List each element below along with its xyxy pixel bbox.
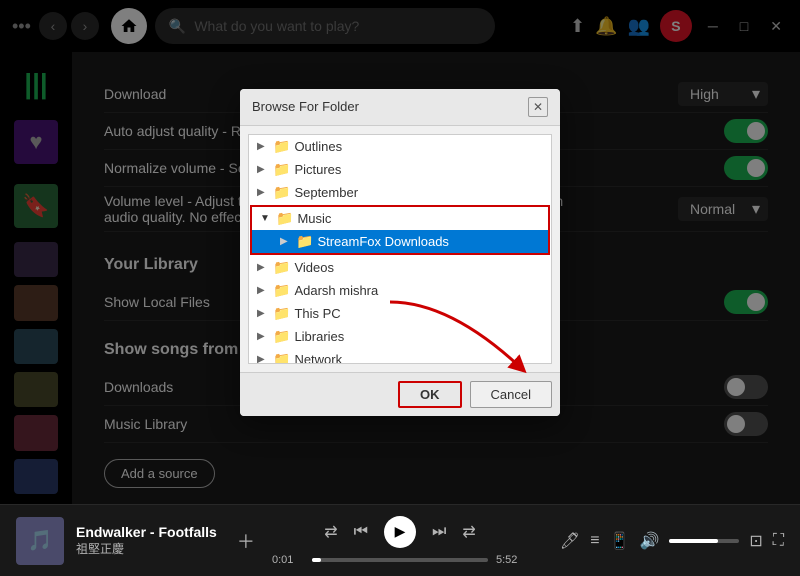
- lyrics-icon[interactable]: 🖊: [560, 531, 580, 551]
- chevron-icon: ▶: [257, 308, 269, 319]
- folder-icon: 📁: [273, 161, 290, 178]
- tree-item-pictures[interactable]: ▶ 📁 Pictures: [249, 158, 551, 181]
- next-button[interactable]: ⏭: [432, 523, 446, 541]
- dialog-body: ▶ 📁 Outlines ▶ 📁 Pictures ▶ 📁 September: [240, 126, 560, 372]
- tree-label-streamfox: StreamFox Downloads: [317, 234, 449, 249]
- player-center: ⇄ ⏮ ▶ ⏭ ⇄ 0:01 5:52: [272, 516, 528, 566]
- tree-item-outlines[interactable]: ▶ 📁 Outlines: [249, 135, 551, 158]
- tree-item-libraries[interactable]: ▶ 📁 Libraries: [249, 325, 551, 348]
- miniplayer-icon[interactable]: ⊡: [749, 531, 762, 551]
- tree-label-network: Network: [294, 352, 342, 364]
- chevron-icon: ▶: [257, 164, 269, 175]
- player-thumbnail: 🎵: [16, 517, 64, 565]
- dialog-close-button[interactable]: ✕: [528, 97, 548, 117]
- chevron-icon: ▼: [260, 213, 272, 224]
- chevron-icon: ▶: [257, 141, 269, 152]
- chevron-icon: ▶: [280, 236, 292, 247]
- play-pause-button[interactable]: ▶: [384, 516, 416, 548]
- volume-fill: [669, 539, 718, 543]
- chevron-icon: ▶: [257, 285, 269, 296]
- player-controls: ⇄ ⏮ ▶ ⏭ ⇄: [324, 516, 476, 548]
- tree-item-september[interactable]: ▶ 📁 September: [249, 181, 551, 204]
- tree-item-videos[interactable]: ▶ 📁 Videos: [249, 256, 551, 279]
- total-time: 5:52: [496, 554, 528, 566]
- folder-tree: ▶ 📁 Outlines ▶ 📁 Pictures ▶ 📁 September: [248, 134, 552, 364]
- previous-button[interactable]: ⏮: [354, 523, 368, 541]
- tree-item-network[interactable]: ▶ 📁 Network: [249, 348, 551, 364]
- tree-label-september: September: [294, 185, 358, 200]
- tree-label-outlines: Outlines: [294, 139, 342, 154]
- dialog-overlay: Browse For Folder ✕ ▶ 📁 Outlines ▶ 📁 Pic…: [0, 0, 800, 504]
- folder-icon: 📁: [273, 328, 290, 345]
- tree-item-adarsh[interactable]: ▶ 📁 Adarsh mishra: [249, 279, 551, 302]
- dialog-title: Browse For Folder: [252, 99, 359, 114]
- player-left: 🎵 Endwalker - Footfalls 祖堅正慶 ＋: [16, 517, 272, 565]
- add-to-library-icon[interactable]: ＋: [237, 528, 255, 554]
- tree-item-music[interactable]: ▼ 📁 Music: [252, 207, 548, 230]
- tree-item-thispc[interactable]: ▶ 📁 This PC: [249, 302, 551, 325]
- volume-bar[interactable]: [669, 539, 739, 543]
- dialog-titlebar: Browse For Folder ✕: [240, 89, 560, 126]
- folder-icon: 📁: [276, 210, 293, 227]
- chevron-icon: ▶: [257, 262, 269, 273]
- repeat-button[interactable]: ⇄: [462, 522, 475, 542]
- player-right: 🖊 ≡ 📱 🔊 ⊡ ⛶: [528, 531, 784, 551]
- connect-icon[interactable]: 📱: [610, 531, 630, 551]
- music-folder-group: ▼ 📁 Music ▶ 📁 StreamFox Downloads: [250, 205, 550, 255]
- player-progress: 0:01 5:52: [272, 554, 528, 566]
- folder-icon: 📁: [296, 233, 313, 250]
- chevron-icon: ▶: [257, 331, 269, 342]
- ok-button[interactable]: OK: [398, 381, 462, 408]
- folder-icon: 📁: [273, 305, 290, 322]
- tree-label-adarsh: Adarsh mishra: [294, 283, 378, 298]
- player-title: Endwalker - Footfalls: [76, 524, 217, 540]
- chevron-icon: ▶: [257, 354, 269, 364]
- folder-icon: 📁: [273, 138, 290, 155]
- tree-label-videos: Videos: [294, 260, 334, 275]
- cancel-button[interactable]: Cancel: [470, 381, 552, 408]
- player-info: Endwalker - Footfalls 祖堅正慶: [76, 524, 217, 557]
- progress-bar[interactable]: [312, 558, 488, 562]
- folder-icon: 📁: [273, 259, 290, 276]
- tree-label-pictures: Pictures: [294, 162, 341, 177]
- progress-fill: [312, 558, 321, 562]
- folder-icon: 📁: [273, 282, 290, 299]
- chevron-icon: ▶: [257, 187, 269, 198]
- tree-item-streamfox[interactable]: ▶ 📁 StreamFox Downloads: [252, 230, 548, 253]
- player: 🎵 Endwalker - Footfalls 祖堅正慶 ＋ ⇄ ⏮ ▶ ⏭ ⇄…: [0, 504, 800, 576]
- ok-button-wrap: OK: [398, 381, 462, 408]
- current-time: 0:01: [272, 554, 304, 566]
- dialog-footer: OK Cancel: [240, 372, 560, 416]
- tree-label-thispc: This PC: [294, 306, 340, 321]
- volume-icon[interactable]: 🔊: [639, 531, 659, 551]
- browse-folder-dialog: Browse For Folder ✕ ▶ 📁 Outlines ▶ 📁 Pic…: [240, 89, 560, 416]
- fullscreen-icon[interactable]: ⛶: [773, 532, 784, 550]
- tree-label-music: Music: [297, 211, 331, 226]
- folder-icon: 📁: [273, 351, 290, 364]
- tree-label-libraries: Libraries: [294, 329, 344, 344]
- player-artist: 祖堅正慶: [76, 540, 217, 557]
- queue-icon[interactable]: ≡: [590, 532, 599, 550]
- shuffle-button[interactable]: ⇄: [324, 522, 337, 542]
- folder-icon: 📁: [273, 184, 290, 201]
